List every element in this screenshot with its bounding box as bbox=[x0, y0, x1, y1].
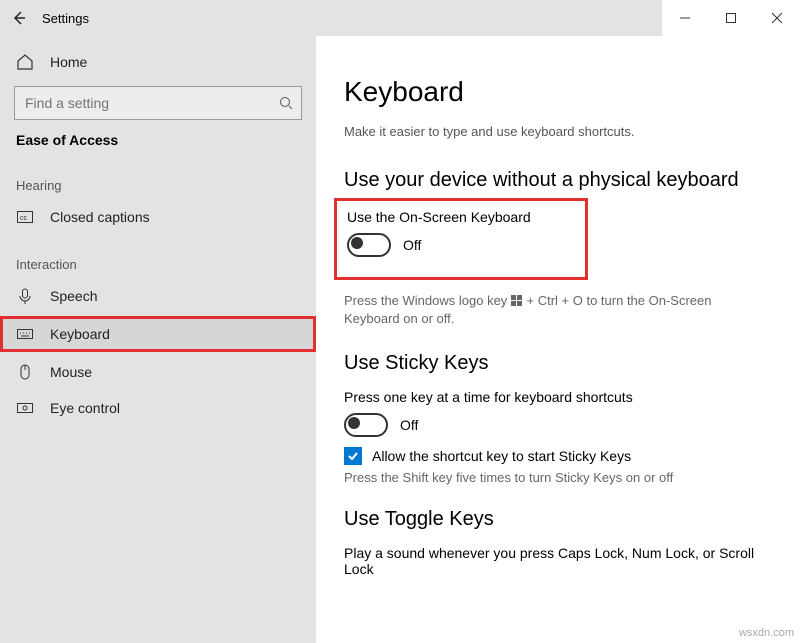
nav-home[interactable]: Home bbox=[0, 44, 316, 80]
back-button[interactable] bbox=[0, 0, 38, 36]
back-arrow-icon bbox=[11, 10, 27, 26]
onscreen-keyboard-toggle[interactable] bbox=[347, 233, 391, 257]
nav-label: Closed captions bbox=[50, 209, 150, 225]
sticky-keys-state: Off bbox=[400, 417, 418, 433]
close-button[interactable] bbox=[754, 0, 800, 36]
maximize-button[interactable] bbox=[708, 0, 754, 36]
nav-speech[interactable]: Speech bbox=[0, 278, 316, 314]
eye-icon bbox=[16, 399, 34, 417]
close-icon bbox=[771, 12, 783, 24]
nav-keyboard[interactable]: Keyboard bbox=[0, 316, 316, 352]
onscreen-keyboard-highlight: Use the On-Screen Keyboard Off bbox=[334, 198, 588, 280]
search-box[interactable] bbox=[14, 86, 302, 120]
home-icon bbox=[16, 53, 34, 71]
nav-mouse[interactable]: Mouse bbox=[0, 354, 316, 390]
section-device-heading: Use your device without a physical keybo… bbox=[344, 169, 772, 192]
sidebar: Home Ease of Access Hearing cc Closed ca… bbox=[0, 36, 316, 643]
toggle-keys-label: Play a sound whenever you press Caps Loc… bbox=[344, 545, 772, 577]
content-pane: Keyboard Make it easier to type and use … bbox=[316, 36, 800, 643]
nav-eye-control[interactable]: Eye control bbox=[0, 390, 316, 426]
windows-logo-icon bbox=[511, 295, 523, 307]
sticky-keys-label: Press one key at a time for keyboard sho… bbox=[344, 389, 772, 405]
sticky-keys-hint: Press the Shift key five times to turn S… bbox=[344, 469, 764, 487]
nav-home-label: Home bbox=[50, 54, 87, 70]
page-description: Make it easier to type and use keyboard … bbox=[344, 124, 772, 139]
section-toggle-heading: Use Toggle Keys bbox=[344, 508, 772, 531]
category-hearing: Hearing bbox=[0, 156, 316, 199]
nav-label: Keyboard bbox=[50, 326, 110, 342]
page-title: Keyboard bbox=[344, 76, 772, 108]
minimize-button[interactable] bbox=[662, 0, 708, 36]
mouse-icon bbox=[16, 363, 34, 381]
sticky-shortcut-label: Allow the shortcut key to start Sticky K… bbox=[372, 448, 631, 464]
window-title: Settings bbox=[42, 11, 89, 26]
checkmark-icon bbox=[346, 449, 360, 463]
onscreen-keyboard-state: Off bbox=[403, 237, 421, 253]
nav-label: Eye control bbox=[50, 400, 120, 416]
maximize-icon bbox=[725, 12, 737, 24]
nav-label: Mouse bbox=[50, 364, 92, 380]
svg-text:cc: cc bbox=[20, 215, 28, 222]
category-interaction: Interaction bbox=[0, 235, 316, 278]
breadcrumb: Ease of Access bbox=[0, 122, 316, 156]
keyboard-icon bbox=[16, 325, 34, 343]
watermark: wsxdn.com bbox=[739, 627, 794, 639]
sticky-shortcut-checkbox[interactable] bbox=[344, 447, 362, 465]
microphone-icon bbox=[16, 287, 34, 305]
closed-captions-icon: cc bbox=[16, 208, 34, 226]
onscreen-keyboard-hint: Press the Windows logo key + Ctrl + O to… bbox=[344, 292, 764, 328]
title-bar: Settings bbox=[0, 0, 800, 36]
sticky-keys-toggle[interactable] bbox=[344, 413, 388, 437]
nav-label: Speech bbox=[50, 288, 97, 304]
section-sticky-heading: Use Sticky Keys bbox=[344, 352, 772, 375]
search-input[interactable] bbox=[23, 94, 279, 112]
search-icon bbox=[279, 96, 293, 110]
nav-closed-captions[interactable]: cc Closed captions bbox=[0, 199, 316, 235]
minimize-icon bbox=[679, 12, 691, 24]
onscreen-keyboard-label: Use the On-Screen Keyboard bbox=[347, 209, 531, 225]
